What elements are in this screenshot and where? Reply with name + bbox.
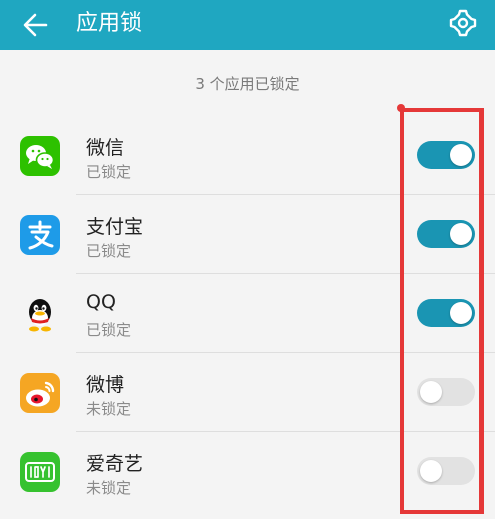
page-title: 应用锁 xyxy=(76,11,143,36)
app-name: 爱奇艺 xyxy=(86,453,144,475)
app-name: QQ xyxy=(86,291,116,313)
qq-icon xyxy=(20,294,60,334)
weibo-icon xyxy=(20,373,60,413)
lock-status: 未锁定 xyxy=(86,400,132,418)
app-name: 微博 xyxy=(86,374,125,396)
arrow-left-icon xyxy=(23,13,48,37)
alipay-icon xyxy=(20,215,60,255)
wechat-icon xyxy=(20,136,60,176)
app-name: 微信 xyxy=(86,137,125,159)
lock-status: 已锁定 xyxy=(86,242,132,260)
lock-status: 未锁定 xyxy=(86,479,132,497)
app-bar: 应用锁 xyxy=(0,0,495,50)
gear-icon xyxy=(449,9,477,37)
lock-status: 已锁定 xyxy=(86,163,132,181)
locked-count-summary: 3 个应用已锁定 xyxy=(195,75,300,93)
back-button[interactable] xyxy=(18,7,54,43)
app-name: 支付宝 xyxy=(86,216,144,238)
lock-status: 已锁定 xyxy=(86,321,132,339)
settings-button[interactable] xyxy=(446,6,480,40)
iqiyi-icon xyxy=(20,452,60,492)
toggle-highlight-box xyxy=(400,108,484,514)
